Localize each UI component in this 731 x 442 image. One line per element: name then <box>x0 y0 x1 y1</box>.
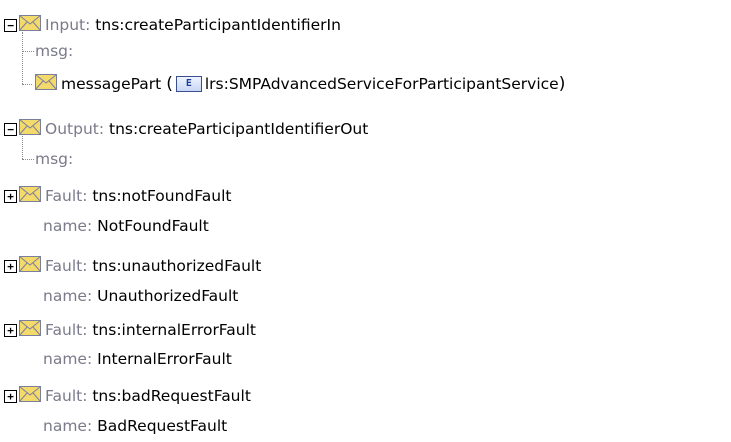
fault-message-name: tns:unauthorizedFault <box>92 257 262 275</box>
tree-connector <box>22 159 34 160</box>
message-part-name: messagePart <box>61 75 162 93</box>
fault-label: Fault: <box>45 321 88 339</box>
envelope-icon <box>19 119 41 139</box>
fault-message-name: tns:notFoundFault <box>92 187 232 205</box>
fault-node[interactable]: + Fault: tns:internalErrorFault <box>4 317 256 343</box>
tree-connector <box>22 84 32 85</box>
fault-name-value: BadRequestFault <box>97 417 228 435</box>
envelope-icon <box>19 186 41 206</box>
message-part-type: lrs:SMPAdvancedServiceForParticipantServ… <box>204 75 559 93</box>
fault-name-row: name: InternalErrorFault <box>43 346 232 372</box>
fault-message-name: tns:internalErrorFault <box>92 321 257 339</box>
fault-label: Fault: <box>45 387 88 405</box>
tree-connector <box>22 32 23 84</box>
input-label: Input: <box>45 16 91 34</box>
fault-label: Fault: <box>45 257 88 275</box>
output-label: Output: <box>45 120 105 138</box>
name-label: name: <box>43 287 93 305</box>
fault-name-row: name: UnauthorizedFault <box>43 283 238 309</box>
input-node[interactable]: − Input: tns:createParticipantIdentifier… <box>4 12 341 38</box>
envelope-icon <box>35 74 57 94</box>
output-msg-node[interactable]: msg: <box>35 146 73 172</box>
fault-name-row: name: BadRequestFault <box>43 413 227 439</box>
input-message-name: tns:createParticipantIdentifierIn <box>95 16 341 34</box>
name-label: name: <box>43 217 93 235</box>
tree-connector <box>22 51 34 52</box>
envelope-icon <box>19 256 41 276</box>
fault-name-value: InternalErrorFault <box>97 350 232 368</box>
collapse-toggle[interactable]: − <box>4 18 17 32</box>
collapse-toggle[interactable]: − <box>4 122 17 136</box>
output-node[interactable]: − Output: tns:createParticipantIdentifie… <box>4 116 368 142</box>
fault-node[interactable]: + Fault: tns:notFoundFault <box>4 183 231 209</box>
fault-name-row: name: NotFoundFault <box>43 213 209 239</box>
fault-name-value: NotFoundFault <box>97 217 209 235</box>
message-part-node[interactable]: messagePart (Elrs:SMPAdvancedServiceForP… <box>33 71 565 97</box>
msg-label: msg: <box>35 42 74 60</box>
open-paren: ( <box>166 74 173 94</box>
expand-toggle[interactable]: + <box>4 259 17 273</box>
name-label: name: <box>43 350 93 368</box>
fault-message-name: tns:badRequestFault <box>92 387 251 405</box>
fault-label: Fault: <box>45 187 88 205</box>
expand-toggle[interactable]: + <box>4 389 17 403</box>
name-label: name: <box>43 417 93 435</box>
element-badge-icon: E <box>175 76 202 92</box>
envelope-icon <box>19 15 41 35</box>
envelope-icon <box>19 320 41 340</box>
output-message-name: tns:createParticipantIdentifierOut <box>109 120 369 138</box>
fault-name-value: UnauthorizedFault <box>97 287 239 305</box>
fault-node[interactable]: + Fault: tns:unauthorizedFault <box>4 253 261 279</box>
fault-node[interactable]: + Fault: tns:badRequestFault <box>4 383 251 409</box>
msg-label: msg: <box>35 150 74 168</box>
expand-toggle[interactable]: + <box>4 189 17 203</box>
expand-toggle[interactable]: + <box>4 323 17 337</box>
input-msg-node[interactable]: msg: <box>35 38 73 64</box>
envelope-icon <box>19 386 41 406</box>
close-paren: ) <box>558 74 566 94</box>
